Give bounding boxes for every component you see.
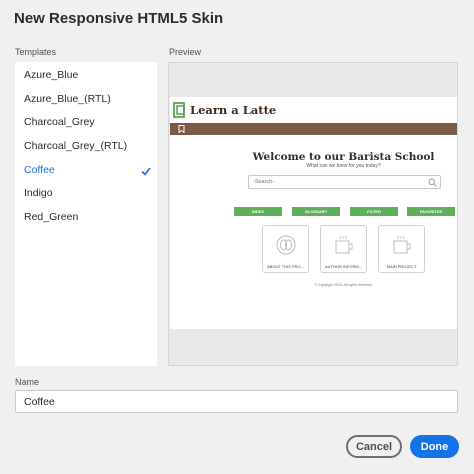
dialog-title: New Responsive HTML5 Skin [14, 10, 224, 27]
checkmark-icon [141, 167, 151, 176]
preview-card-author: AUTHOR INFORM... [320, 225, 367, 273]
template-item-label: Indigo [24, 187, 53, 200]
template-item-label: Azure_Blue_(RTL) [24, 92, 111, 105]
preview-nav-filter: FILTER [350, 207, 398, 216]
preview-nav-glossary: GLOSSARY [292, 207, 340, 216]
preview-card-label: AUTHOR INFORM... [324, 264, 363, 269]
template-item-charcoal-grey-rtl[interactable]: Charcoal_Grey_(RTL) [15, 135, 157, 159]
bookmark-icon [178, 125, 185, 133]
preview-label: Preview [169, 47, 202, 57]
preview-search-box: -Search- [248, 175, 441, 189]
preview-header: Learn a Latte [170, 97, 457, 123]
preview-nav-index: INDEX [234, 207, 282, 216]
preview-course-title: Learn a Latte [190, 103, 277, 117]
preview-toolbar [170, 123, 457, 135]
name-field[interactable] [15, 390, 458, 413]
coffee-cup-icon [335, 236, 353, 254]
preview-card-label: ABOUT THIS PRO... [267, 264, 304, 269]
coffee-cup-icon [393, 236, 411, 254]
template-item-label: Charcoal_Grey [24, 116, 95, 129]
template-item-azure-blue-rtl[interactable]: Azure_Blue_(RTL) [15, 88, 157, 112]
preview-card-label: MAIN PROJECT [386, 264, 417, 269]
cancel-button[interactable]: Cancel [346, 435, 402, 458]
template-item-label: Red_Green [24, 211, 79, 224]
template-item-label: Azure_Blue [24, 69, 79, 81]
preview-card-about: ABOUT THIS PRO... [262, 225, 309, 273]
preview-welcome-title: Welcome to our Barista School [252, 151, 435, 163]
template-item-azure-blue[interactable]: Azure_Blue [15, 64, 157, 88]
template-item-red-green[interactable]: Red_Green [15, 206, 157, 230]
preview-copyright: © Copyright 2015. All rights reserved. [314, 283, 373, 287]
book-logo-icon [173, 102, 185, 118]
preview-nav-favorites: FAVORITES [407, 207, 455, 216]
template-list: Azure_Blue Azure_Blue_(RTL) Charcoal_Gre… [15, 62, 157, 366]
search-icon [428, 178, 437, 187]
template-item-label: Coffee [24, 163, 55, 176]
template-item-coffee[interactable]: Coffee [15, 159, 157, 183]
coffee-bean-icon [276, 235, 296, 255]
preview-nav: INDEX GLOSSARY FILTER FAVORITES [234, 207, 456, 216]
preview-card-main-project: MAIN PROJECT [378, 225, 425, 273]
preview-subtitle: What can we brew for you today? [306, 163, 381, 169]
name-label: Name [15, 377, 40, 387]
template-item-label: Charcoal_Grey_(RTL) [24, 140, 128, 153]
preview-frame: Learn a Latte Welcome to our Barista Sch… [170, 97, 457, 329]
done-button[interactable]: Done [410, 435, 459, 458]
preview-search-placeholder: -Search- [253, 179, 275, 185]
templates-label: Templates [15, 47, 57, 57]
preview-cards: ABOUT THIS PRO... AUTHOR INFORM... MAIN … [262, 225, 427, 273]
template-item-charcoal-grey[interactable]: Charcoal_Grey [15, 111, 157, 135]
template-item-indigo[interactable]: Indigo [15, 182, 157, 206]
preview-panel: Learn a Latte Welcome to our Barista Sch… [168, 62, 458, 366]
